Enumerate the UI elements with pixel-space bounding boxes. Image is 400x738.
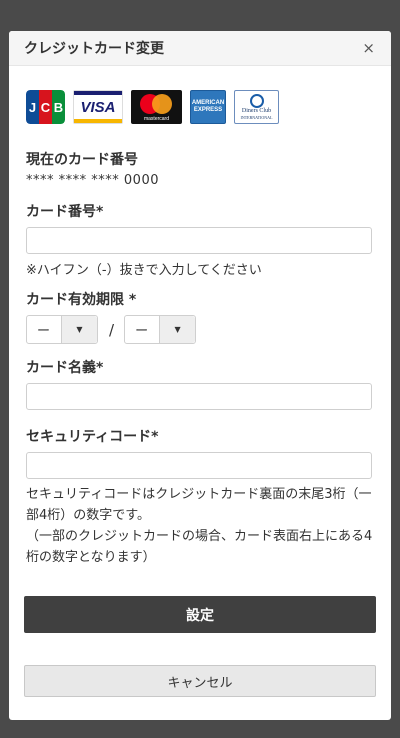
jcb-logo: J C B	[26, 90, 65, 124]
expiry-year-select[interactable]: ー ▼	[124, 315, 197, 344]
close-icon[interactable]: ×	[362, 40, 375, 56]
card-number-input[interactable]	[26, 227, 372, 254]
modal-body: J C B VISA mastercard AMERICAN EXPRESS D…	[9, 90, 391, 568]
modal-header: クレジットカード変更 ×	[9, 31, 391, 66]
card-holder-label: カード名義*	[26, 360, 104, 376]
submit-button[interactable]: 設定	[24, 596, 376, 633]
expiry-label: カード有効期限 *	[26, 292, 137, 308]
visa-logo: VISA	[73, 90, 123, 124]
expiry-month-value: ー	[37, 324, 51, 339]
security-code-note-line2: （一部のクレジットカードの場合、カード表面右上にある4桁の数字となります）	[26, 529, 373, 565]
security-code-label: セキュリティコード*	[26, 429, 159, 445]
expiry-year-value: ー	[135, 324, 149, 339]
card-number-label: カード番号*	[26, 204, 104, 220]
security-code-note: セキュリティコードはクレジットカード裏面の末尾3桁（一部4桁）の数字です。 （一…	[26, 484, 374, 568]
modal-title: クレジットカード変更	[24, 41, 164, 57]
expiry-fields: ー ▼ / ー ▼	[26, 315, 374, 344]
current-card-number: **** **** **** 0000	[26, 173, 159, 188]
security-code-input[interactable]	[26, 452, 372, 479]
chevron-down-icon[interactable]: ▼	[61, 316, 97, 343]
card-number-hint: ※ハイフン（-）抜きで入力してください	[26, 263, 262, 278]
card-holder-input[interactable]	[26, 383, 372, 410]
current-card-label: 現在のカード番号	[26, 152, 138, 168]
mastercard-logo: mastercard	[131, 90, 182, 124]
expiry-separator: /	[109, 320, 115, 339]
amex-logo: AMERICAN EXPRESS	[190, 90, 226, 124]
chevron-down-icon[interactable]: ▼	[159, 316, 196, 343]
card-brand-logos: J C B VISA mastercard AMERICAN EXPRESS D…	[26, 90, 374, 124]
expiry-month-select[interactable]: ー ▼	[26, 315, 98, 344]
cancel-button[interactable]: キャンセル	[24, 665, 376, 697]
credit-card-change-modal: クレジットカード変更 × J C B VISA mastercard AMERI…	[9, 31, 391, 720]
security-code-note-line1: セキュリティコードはクレジットカード裏面の末尾3桁（一部4桁）の数字です。	[26, 487, 372, 523]
diners-club-logo: Diners Club INTERNATIONAL	[234, 90, 279, 124]
